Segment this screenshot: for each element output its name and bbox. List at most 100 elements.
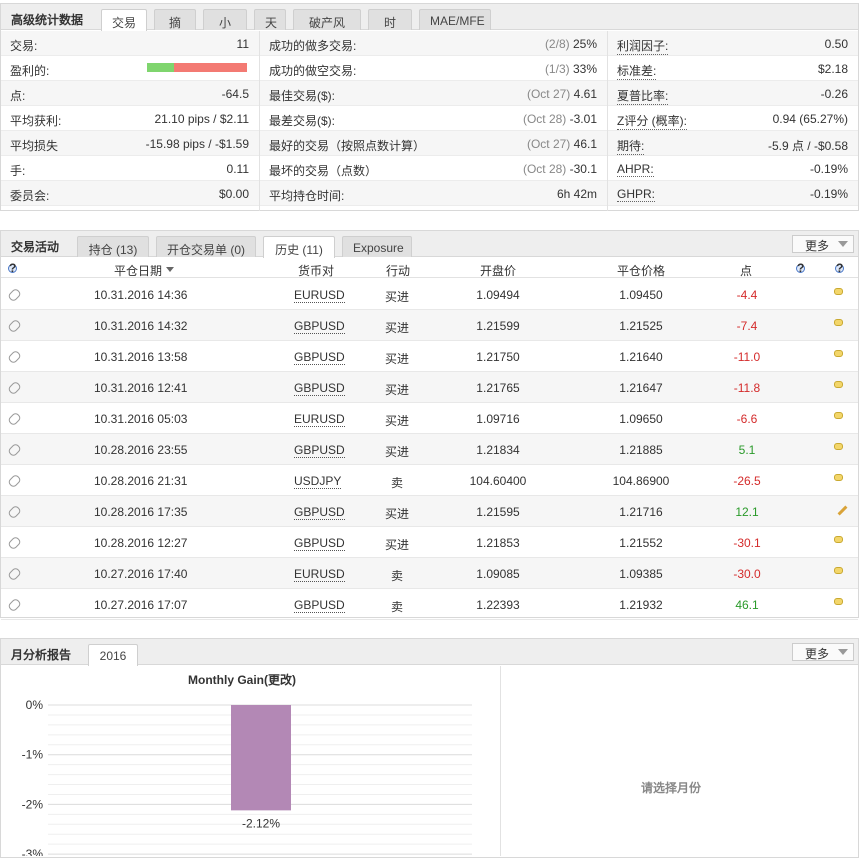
symbol-link[interactable]: GBPUSD xyxy=(294,505,345,520)
paperclip-icon[interactable] xyxy=(7,411,22,427)
symbol-link[interactable]: GBPUSD xyxy=(294,381,345,396)
help-icon[interactable]: ? xyxy=(835,262,844,274)
tab-year-2016[interactable]: 2016 xyxy=(88,644,138,666)
sharpe-label[interactable]: 夏普比率: xyxy=(617,87,669,105)
header-close-date[interactable]: 平仓日期 xyxy=(114,262,162,279)
stat-row: 最好的交易（按照点数计算） (Oct 27) 46.1 xyxy=(260,131,607,156)
profit-factor-label[interactable]: 利润因子: xyxy=(617,37,669,55)
ahpr-label[interactable]: AHPR: xyxy=(617,162,654,177)
symbol-link[interactable]: GBPUSD xyxy=(294,598,345,613)
z-score-label[interactable]: Z评分 (概率): xyxy=(617,112,687,130)
comment-icon[interactable] xyxy=(834,350,843,357)
action: 买进 xyxy=(384,538,410,552)
pips: -6.6 xyxy=(736,412,758,426)
paperclip-icon[interactable] xyxy=(7,380,22,396)
comment-icon[interactable] xyxy=(834,598,843,605)
stat-detail: (Oct 28) xyxy=(522,112,567,126)
pencil-icon[interactable] xyxy=(837,505,848,516)
monthly-chart: Monthly Gain(更改) 0% -1% -2% -3% -2.12% xyxy=(1,666,501,859)
stats-column-2: 成功的做多交易: (2/8) 25% 成功的做空交易: (1/3) 33% 最佳交易… xyxy=(260,31,607,211)
help-icon[interactable]: ? xyxy=(8,262,17,274)
symbol-link[interactable]: EURUSD xyxy=(294,288,345,303)
symbol-link[interactable]: GBPUSD xyxy=(294,350,345,365)
tab-mae-mfe[interactable]: MAE/MFE xyxy=(419,9,491,30)
more-button[interactable]: 更多 xyxy=(792,643,854,661)
table-row[interactable]: 10.27.2016 17:07 GBPUSD 卖 1.22393 1.21932 46.… xyxy=(1,589,858,620)
stat-label: 最差交易($): xyxy=(269,114,336,128)
tab-summary[interactable]: 摘要 xyxy=(154,9,196,47)
paperclip-icon[interactable] xyxy=(7,349,22,365)
table-row[interactable]: 10.31.2016 14:32 GBPUSD 买进 1.21599 1.21525 -7… xyxy=(1,310,858,341)
table-row[interactable]: 10.31.2016 14:36 EURUSD 买进 1.09494 1.09450 -4… xyxy=(1,279,858,310)
close-price: 1.21640 xyxy=(619,350,663,364)
tab-open-positions[interactable]: 持仓 (13) xyxy=(77,236,149,257)
table-row[interactable]: 10.28.2016 12:27 GBPUSD 买进 1.21853 1.21552 -3… xyxy=(1,527,858,558)
table-row[interactable]: 10.31.2016 13:58 GBPUSD 买进 1.21750 1.21640 -1… xyxy=(1,341,858,372)
table-row[interactable]: 10.31.2016 05:03 EURUSD 买进 1.09716 1.09650 -6… xyxy=(1,403,858,434)
comment-icon[interactable] xyxy=(834,319,843,326)
paperclip-icon[interactable] xyxy=(7,473,22,489)
stat-row: 最差交易($): (Oct 28) -3.01 xyxy=(260,106,607,131)
close-date: 10.28.2016 21:31 xyxy=(94,474,188,488)
header-symbol: 货币对 xyxy=(298,264,335,278)
paperclip-icon[interactable] xyxy=(7,318,22,334)
ghpr-label[interactable]: GHPR: xyxy=(617,187,656,202)
comment-icon[interactable] xyxy=(834,288,843,295)
comment-icon[interactable] xyxy=(834,474,843,481)
close-date: 10.31.2016 14:36 xyxy=(94,288,188,302)
stat-label: 平均损失 xyxy=(10,139,59,153)
comment-icon[interactable] xyxy=(834,412,843,419)
paperclip-icon[interactable] xyxy=(7,504,22,520)
tab-history[interactable]: 历史 (11) xyxy=(263,236,335,258)
symbol-link[interactable]: EURUSD xyxy=(294,567,345,582)
std-dev-label[interactable]: 标准差: xyxy=(617,62,657,80)
comment-icon[interactable] xyxy=(834,381,843,388)
paperclip-icon[interactable] xyxy=(7,597,22,613)
table-row[interactable]: 10.27.2016 17:40 EURUSD 卖 1.09085 1.09385 -30… xyxy=(1,558,858,589)
tab-daily[interactable]: 天 xyxy=(254,9,286,30)
open-price: 1.09494 xyxy=(476,288,520,302)
close-date: 10.28.2016 23:55 xyxy=(94,443,188,457)
paperclip-icon[interactable] xyxy=(7,566,22,582)
table-row[interactable]: 10.28.2016 23:55 GBPUSD 买进 1.21834 1.21885 5.… xyxy=(1,434,858,465)
table-row[interactable]: 10.28.2016 17:35 GBPUSD 买进 1.21595 1.21716 12… xyxy=(1,496,858,527)
symbol-link[interactable]: GBPUSD xyxy=(294,319,345,334)
comment-icon[interactable] xyxy=(834,536,843,543)
comment-icon[interactable] xyxy=(834,567,843,574)
y-tick-label: -3% xyxy=(22,847,44,856)
pips: -7.4 xyxy=(736,319,758,333)
table-row[interactable]: 10.28.2016 21:31 USDJPY 卖 104.60400 104.8690… xyxy=(1,465,858,496)
tab-duration[interactable]: 时间 xyxy=(368,9,412,47)
close-date: 10.31.2016 14:32 xyxy=(94,319,188,333)
close-price: 1.21716 xyxy=(619,505,663,519)
y-tick-label: 0% xyxy=(26,698,44,712)
symbol-link[interactable]: EURUSD xyxy=(294,412,345,427)
stat-row: 交易: 11 xyxy=(1,31,259,56)
stat-value: -64.5 xyxy=(221,87,249,101)
tab-risk-of-ruin[interactable]: 破产风险 xyxy=(293,9,361,47)
more-button[interactable]: 更多 xyxy=(792,235,854,253)
stat-value: 21.10 pips / $2.11 xyxy=(154,112,249,126)
tab-pending-orders[interactable]: 开仓交易单 (0) xyxy=(156,236,256,257)
table-row[interactable]: 10.31.2016 12:41 GBPUSD 买进 1.21765 1.21647 -1… xyxy=(1,372,858,403)
paperclip-icon[interactable] xyxy=(7,442,22,458)
action: 买进 xyxy=(384,507,410,521)
select-month-message: 请选择月份 xyxy=(641,781,702,795)
help-icon[interactable]: ? xyxy=(796,262,805,274)
chevron-down-icon xyxy=(838,241,848,247)
close-price: 1.09650 xyxy=(619,412,663,426)
comment-icon[interactable] xyxy=(834,443,843,450)
expectancy-label[interactable]: 期待: xyxy=(617,137,645,155)
monthly-gain-bar[interactable] xyxy=(231,705,291,811)
action: 买进 xyxy=(384,383,410,397)
tab-trades[interactable]: 交易 xyxy=(101,9,147,31)
stat-detail: (Oct 28) xyxy=(522,162,567,176)
chart-title[interactable]: Monthly Gain(更改) xyxy=(188,672,296,687)
paperclip-icon[interactable] xyxy=(7,535,22,551)
tab-exposure[interactable]: Exposure xyxy=(342,236,412,257)
tab-hourly[interactable]: 小时 xyxy=(203,9,247,47)
symbol-link[interactable]: GBPUSD xyxy=(294,443,345,458)
symbol-link[interactable]: GBPUSD xyxy=(294,536,345,551)
paperclip-icon[interactable] xyxy=(7,287,22,303)
symbol-link[interactable]: USDJPY xyxy=(294,474,342,489)
